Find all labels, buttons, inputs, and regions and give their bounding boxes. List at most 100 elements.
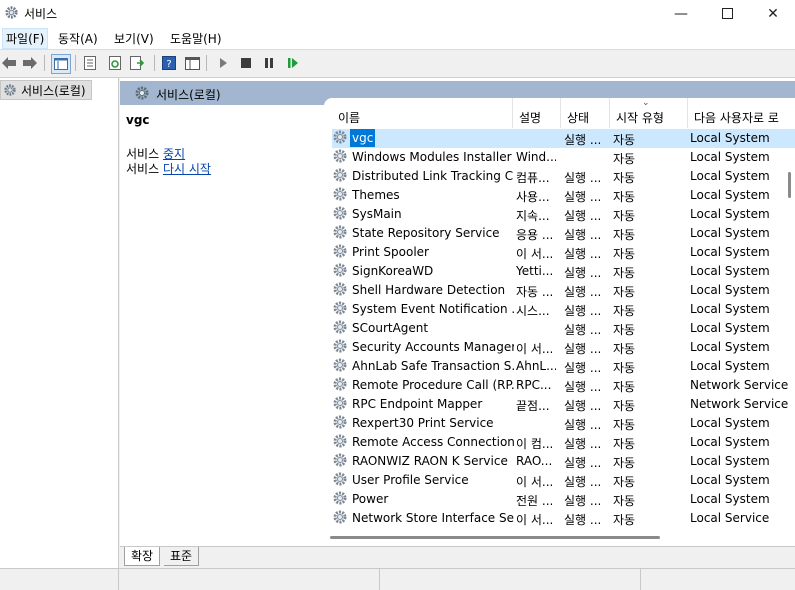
stop-service-prefix: 서비스 — [126, 147, 160, 161]
service-row[interactable]: Print Spooler 이 서... 실행 ... 자동 Local System — [332, 243, 795, 262]
export-list-icon[interactable] — [129, 54, 147, 72]
service-name: System Event Notification ... — [352, 302, 514, 316]
service-status: 실행 ... — [564, 133, 602, 147]
service-row[interactable]: SCourtAgent 실행 ... 자동 Local System — [332, 319, 795, 338]
service-row[interactable]: SysMain 지속... 실행 ... 자동 Local System — [332, 205, 795, 224]
service-startup-type: 자동 — [613, 152, 636, 166]
service-startup-type: 자동 — [613, 323, 636, 337]
service-logon-as: Local System — [690, 359, 770, 373]
service-row[interactable]: Security Accounts Manager 이 서... 실행 ... 자동 L… — [332, 338, 795, 357]
help-icon[interactable]: ? — [160, 54, 178, 72]
column-header-status[interactable]: 상태 — [561, 98, 610, 128]
service-logon-as: Local System — [690, 131, 770, 145]
service-startup-type: 자동 — [613, 247, 636, 261]
restart-service-line: 서비스 다시 시작 — [126, 160, 211, 177]
service-description: 사용... — [516, 190, 550, 204]
service-startup-type: 자동 — [613, 171, 636, 185]
column-header-logon-as[interactable]: 다음 사용자로 로 — [688, 98, 795, 128]
service-startup-type: 자동 — [613, 266, 636, 280]
pause-icon[interactable] — [260, 54, 278, 72]
service-status: 실행 ... — [564, 228, 602, 242]
resume-icon[interactable] — [284, 54, 302, 72]
restart-service-link[interactable]: 다시 시작 — [163, 162, 211, 176]
column-header-description[interactable]: 설명 — [513, 98, 561, 128]
service-description: 이 서... — [516, 475, 554, 489]
maximize-button[interactable] — [704, 0, 750, 27]
service-description: Yetti... — [516, 264, 554, 278]
vertical-scrollbar[interactable] — [788, 172, 791, 198]
menu-action[interactable]: 동작(A) — [55, 30, 101, 47]
show-hide-console-tree-icon[interactable] — [51, 54, 71, 74]
service-name: SysMain — [352, 207, 402, 221]
service-startup-type: 자동 — [613, 418, 636, 432]
tree-node-services-local[interactable]: 서비스(로컬) — [0, 80, 92, 100]
menu-file[interactable]: 파일(F) — [2, 28, 49, 49]
start-icon[interactable] — [214, 54, 232, 72]
service-row[interactable]: Remote Procedure Call (RP... RPC... 실행 ...… — [332, 376, 795, 395]
service-name: Rexpert30 Print Service — [352, 416, 494, 430]
tab-extended[interactable]: 확장 — [124, 547, 161, 566]
service-logon-as: Local System — [690, 283, 770, 297]
toolbar: ? — [0, 50, 795, 78]
service-row[interactable]: System Event Notification ... 시스... 실행 ...… — [332, 300, 795, 319]
service-startup-type: 자동 — [613, 456, 636, 470]
service-row[interactable]: RPC Endpoint Mapper 끝점... 실행 ... 자동 Network … — [332, 395, 795, 414]
service-description: 이 서... — [516, 513, 554, 527]
menu-view[interactable]: 보기(V) — [111, 30, 157, 47]
service-name: Remote Procedure Call (RP... — [352, 378, 514, 392]
service-row[interactable]: SignKoreaWD Yetti... 실행 ... 자동 Local System — [332, 262, 795, 281]
service-row[interactable]: Distributed Link Tracking C... 컴퓨... 실행 ..… — [332, 167, 795, 186]
service-startup-type: 자동 — [613, 304, 636, 318]
back-arrow-icon[interactable] — [0, 54, 18, 72]
service-name: Print Spooler — [352, 245, 429, 259]
service-status: 실행 ... — [564, 342, 602, 356]
service-row[interactable]: Network Store Interface Se... 이 서... 실행 ..… — [332, 509, 795, 528]
service-row[interactable]: Remote Access Connection... 이 컴... 실행 ... 자… — [332, 433, 795, 452]
service-row[interactable]: Windows Modules Installer Wind... 자동 Local … — [332, 148, 795, 167]
tree-node-label: 서비스(로컬) — [21, 83, 86, 98]
minimize-button[interactable]: — — [658, 0, 704, 27]
service-gear-icon — [332, 338, 348, 354]
service-logon-as: Local System — [690, 169, 770, 183]
service-description: 이 서... — [516, 342, 554, 356]
service-row[interactable]: RAONWIZ RAON K Service RAO... 실행 ... 자동 Loca… — [332, 452, 795, 471]
column-header-name[interactable]: 이름 — [332, 98, 513, 128]
stop-icon[interactable] — [237, 54, 255, 72]
service-gear-icon — [332, 224, 348, 240]
refresh-icon[interactable] — [106, 54, 124, 72]
column-header-startup-type[interactable]: 시작 유형 ⌄ — [610, 98, 688, 128]
service-row[interactable]: vgc 실행 ... 자동 Local System — [332, 129, 795, 148]
service-gear-icon — [332, 300, 348, 316]
tab-standard[interactable]: 표준 — [164, 547, 200, 566]
service-logon-as: Local System — [690, 226, 770, 240]
horizontal-scrollbar[interactable] — [330, 536, 660, 539]
forward-arrow-icon[interactable] — [21, 54, 39, 72]
stop-service-link[interactable]: 중지 — [163, 147, 185, 161]
service-name: SignKoreaWD — [352, 264, 434, 278]
service-row[interactable]: Themes 사용... 실행 ... 자동 Local System — [332, 186, 795, 205]
details-view-icon[interactable] — [183, 54, 201, 72]
service-row[interactable]: State Repository Service 응용 ... 실행 ... 자동 Lo… — [332, 224, 795, 243]
service-description: 자동 ... — [516, 285, 554, 299]
service-name: RPC Endpoint Mapper — [352, 397, 483, 411]
service-row[interactable]: Shell Hardware Detection 자동 ... 실행 ... 자동 Lo… — [332, 281, 795, 300]
column-header-status-label: 상태 — [567, 111, 590, 125]
properties-icon[interactable] — [81, 54, 99, 72]
service-description: 시스... — [516, 304, 550, 318]
service-row[interactable]: AhnLab Safe Transaction S... AhnL... 실행 ..… — [332, 357, 795, 376]
service-gear-icon — [332, 319, 348, 335]
service-name: RAONWIZ RAON K Service — [352, 454, 508, 468]
service-row[interactable]: Power 전원 ... 실행 ... 자동 Local System — [332, 490, 795, 509]
column-header-description-label: 설명 — [519, 111, 542, 125]
service-row[interactable]: Rexpert30 Print Service 실행 ... 자동 Local Sys… — [332, 414, 795, 433]
status-bar — [0, 568, 795, 590]
menu-help[interactable]: 도움말(H) — [167, 30, 225, 47]
service-description: 끝점... — [516, 399, 550, 413]
service-logon-as: Local System — [690, 188, 770, 202]
service-status: 실행 ... — [564, 475, 602, 489]
close-button[interactable]: ✕ — [750, 0, 795, 27]
service-startup-type: 자동 — [613, 209, 636, 223]
service-row[interactable]: User Profile Service 이 서... 실행 ... 자동 Local … — [332, 471, 795, 490]
service-name: Shell Hardware Detection — [352, 283, 506, 297]
service-gear-icon — [332, 167, 348, 183]
